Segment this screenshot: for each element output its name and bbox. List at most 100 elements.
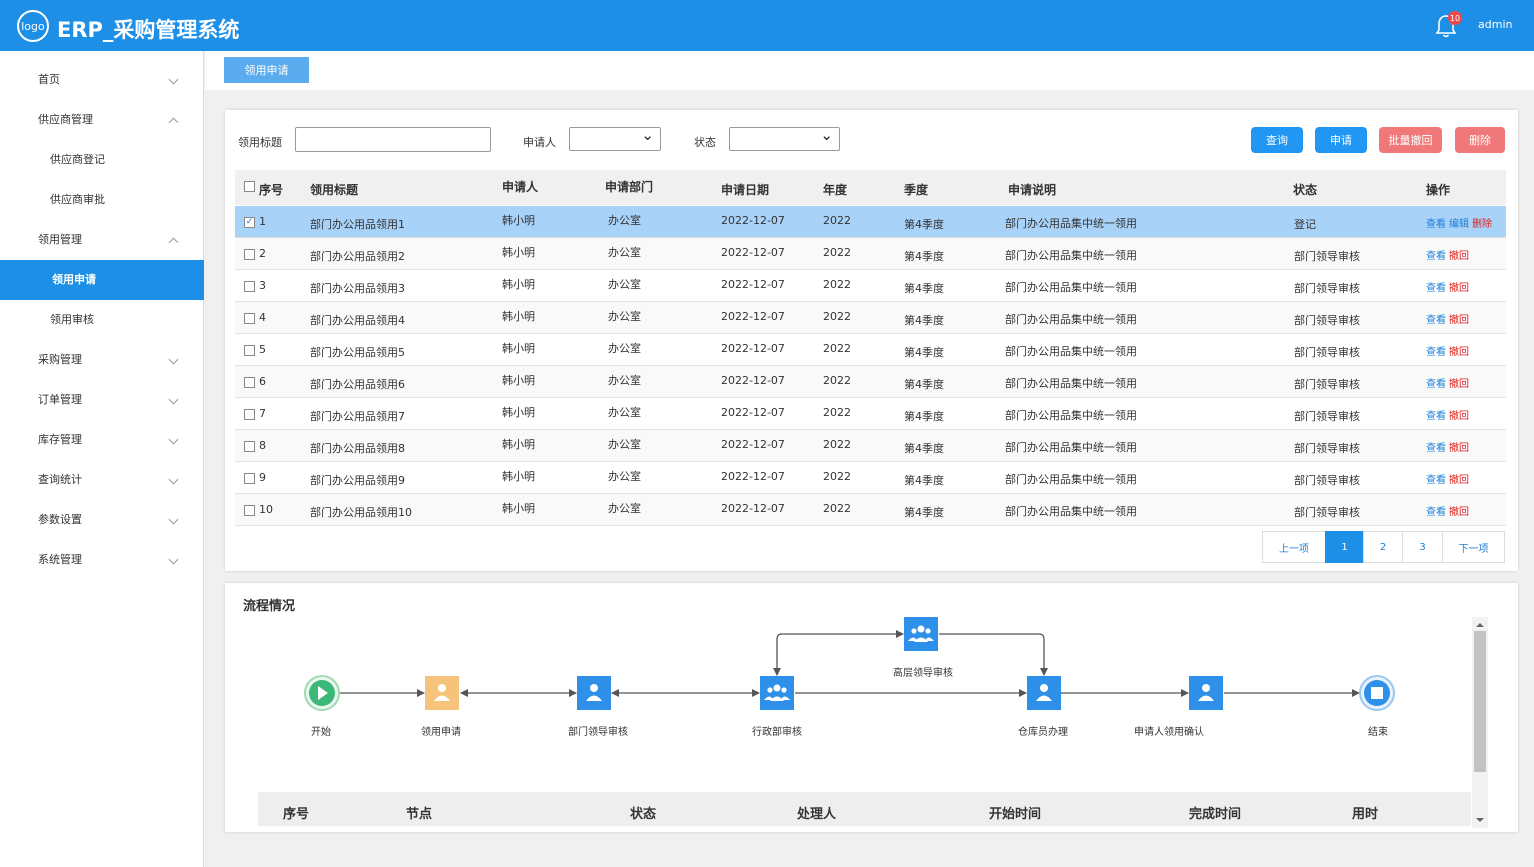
page-1-button[interactable]: 1 xyxy=(1325,531,1364,563)
cell-date: 2022-12-07 xyxy=(721,406,785,419)
view-link[interactable]: 查看 xyxy=(1426,311,1446,326)
sidebar-item-inventory[interactable]: 库存管理 xyxy=(0,420,204,460)
withdraw-link[interactable]: 撤回 xyxy=(1449,375,1469,390)
withdraw-link[interactable]: 撤回 xyxy=(1449,247,1469,262)
cell-dept: 办公室 xyxy=(608,310,641,323)
sidebar-item-requisition-review[interactable]: 领用审核 xyxy=(0,300,204,340)
cell-applicant: 韩小明 xyxy=(502,278,535,291)
table-row[interactable]: 8 部门办公用品领用8 韩小明 办公室 2022-12-07 2022 第4季度 部门办公用品… xyxy=(235,430,1506,462)
row-checkbox[interactable] xyxy=(244,345,255,356)
table-row[interactable]: 7 部门办公用品领用7 韩小明 办公室 2022-12-07 2022 第4季度 部门办公用品… xyxy=(235,398,1506,430)
page-3-button[interactable]: 3 xyxy=(1402,531,1443,563)
view-link[interactable]: 查看 xyxy=(1426,343,1446,358)
scroll-down-icon[interactable] xyxy=(1472,814,1488,826)
select-all-checkbox[interactable] xyxy=(244,181,255,192)
sidebar-item-label: 订单管理 xyxy=(38,393,82,406)
row-checkbox[interactable] xyxy=(244,281,255,292)
row-checkbox[interactable] xyxy=(244,409,255,420)
tab-requisition-apply[interactable]: 领用申请 xyxy=(224,57,309,83)
next-page-button[interactable]: 下一项 xyxy=(1442,531,1505,563)
table-row[interactable]: 3 部门办公用品领用3 韩小明 办公室 2022-12-07 2022 第4季度 部门办公用品… xyxy=(235,270,1506,302)
withdraw-link[interactable]: 撤回 xyxy=(1449,503,1469,518)
cell-date: 2022-12-07 xyxy=(721,214,785,227)
cell-quarter: 第4季度 xyxy=(904,346,944,359)
flow-scrollbar[interactable] xyxy=(1472,617,1488,828)
view-link[interactable]: 查看 xyxy=(1426,503,1446,518)
table-row[interactable]: 5 部门办公用品领用5 韩小明 办公室 2022-12-07 2022 第4季度 部门办公用品… xyxy=(235,334,1506,366)
row-checkbox[interactable] xyxy=(244,505,255,516)
row-checkbox[interactable] xyxy=(244,249,255,260)
row-checkbox[interactable] xyxy=(244,441,255,452)
prev-page-button[interactable]: 上一项 xyxy=(1262,531,1326,563)
col-header-quarter: 季度 xyxy=(904,183,929,197)
sidebar-item-system[interactable]: 系统管理 xyxy=(0,540,204,580)
cell-desc: 部门办公用品集中统一领用 xyxy=(1005,377,1137,390)
node-label-senior-review: 高层领导审核 xyxy=(893,668,953,679)
withdraw-link[interactable]: 撤回 xyxy=(1449,471,1469,486)
flow-log-header: 序号 节点 状态 处理人 开始时间 完成时间 用时 xyxy=(258,792,1471,826)
row-checkbox[interactable] xyxy=(244,473,255,484)
sidebar-item-requisition-mgmt[interactable]: 领用管理 xyxy=(0,220,204,260)
node-label-start: 开始 xyxy=(311,727,331,738)
cell-applicant: 韩小明 xyxy=(502,470,535,483)
cell-status: 部门领导审核 xyxy=(1294,346,1360,359)
row-checkbox[interactable] xyxy=(244,377,255,388)
title-filter-input[interactable] xyxy=(295,127,491,152)
cell-quarter: 第4季度 xyxy=(904,378,944,391)
col-header-no: 序号 xyxy=(259,183,284,197)
chevron-down-icon xyxy=(168,554,179,565)
view-link[interactable]: 查看 xyxy=(1426,471,1446,486)
sidebar-item-orders[interactable]: 订单管理 xyxy=(0,380,204,420)
row-checkbox[interactable] xyxy=(244,313,255,324)
cell-date: 2022-12-07 xyxy=(721,502,785,515)
delete-link[interactable]: 删除 xyxy=(1472,215,1492,230)
view-link[interactable]: 查看 xyxy=(1426,215,1446,230)
query-button[interactable]: 查询 xyxy=(1251,127,1303,153)
delete-button[interactable]: 删除 xyxy=(1455,127,1505,153)
sidebar-item-supplier-register[interactable]: 供应商登记 xyxy=(0,140,204,180)
row-checkbox[interactable]: ✓ xyxy=(244,217,255,228)
status-select[interactable] xyxy=(729,126,840,151)
cell-status: 部门领导审核 xyxy=(1294,250,1360,263)
view-link[interactable]: 查看 xyxy=(1426,247,1446,262)
sidebar-item-stats[interactable]: 查询统计 xyxy=(0,460,204,500)
sidebar-item-home[interactable]: 首页 xyxy=(0,60,204,100)
col-header-year: 年度 xyxy=(823,183,848,197)
applicant-select[interactable] xyxy=(569,126,661,151)
withdraw-link[interactable]: 撤回 xyxy=(1449,279,1469,294)
cell-title: 部门办公用品领用1 xyxy=(310,218,405,231)
cell-applicant: 韩小明 xyxy=(502,246,535,259)
scroll-up-icon[interactable] xyxy=(1472,619,1488,631)
view-link[interactable]: 查看 xyxy=(1426,407,1446,422)
cell-status: 部门领导审核 xyxy=(1294,410,1360,423)
sidebar-item-requisition-apply[interactable]: 领用申请 xyxy=(0,260,204,300)
cell-quarter: 第4季度 xyxy=(904,250,944,263)
page-2-button[interactable]: 2 xyxy=(1363,531,1403,563)
sidebar-item-purchase[interactable]: 采购管理 xyxy=(0,340,204,380)
cell-title: 部门办公用品领用9 xyxy=(310,474,405,487)
view-link[interactable]: 查看 xyxy=(1426,279,1446,294)
cell-dept: 办公室 xyxy=(608,246,641,259)
scroll-thumb[interactable] xyxy=(1474,631,1486,772)
table-row[interactable]: 2 部门办公用品领用2 韩小明 办公室 2022-12-07 2022 第4季度 部门办公用品… xyxy=(235,238,1506,270)
view-link[interactable]: 查看 xyxy=(1426,375,1446,390)
withdraw-link[interactable]: 撤回 xyxy=(1449,343,1469,358)
withdraw-link[interactable]: 撤回 xyxy=(1449,439,1469,454)
withdraw-link[interactable]: 撤回 xyxy=(1449,311,1469,326)
sidebar-item-supplier-mgmt[interactable]: 供应商管理 xyxy=(0,100,204,140)
sidebar-item-label: 库存管理 xyxy=(38,433,82,446)
cell-status: 登记 xyxy=(1294,218,1316,231)
sidebar-item-params[interactable]: 参数设置 xyxy=(0,500,204,540)
table-row[interactable]: 4 部门办公用品领用4 韩小明 办公室 2022-12-07 2022 第4季度 部门办公用品… xyxy=(235,302,1506,334)
withdraw-link[interactable]: 撤回 xyxy=(1449,407,1469,422)
table-row[interactable]: ✓ 1 部门办公用品领用1 韩小明 办公室 2022-12-07 2022 第4季度 部门办公用… xyxy=(235,206,1506,238)
edit-link[interactable]: 编辑 xyxy=(1449,215,1469,230)
batch-withdraw-button[interactable]: 批量撤回 xyxy=(1379,127,1442,153)
apply-button[interactable]: 申请 xyxy=(1315,127,1367,153)
table-row[interactable]: 9 部门办公用品领用9 韩小明 办公室 2022-12-07 2022 第4季度 部门办公用品… xyxy=(235,462,1506,494)
sidebar-item-supplier-approve[interactable]: 供应商审批 xyxy=(0,180,204,220)
user-name[interactable]: admin xyxy=(1478,18,1512,31)
table-row[interactable]: 10 部门办公用品领用10 韩小明 办公室 2022-12-07 2022 第4季度 部门办公… xyxy=(235,494,1506,526)
view-link[interactable]: 查看 xyxy=(1426,439,1446,454)
table-row[interactable]: 6 部门办公用品领用6 韩小明 办公室 2022-12-07 2022 第4季度 部门办公用品… xyxy=(235,366,1506,398)
